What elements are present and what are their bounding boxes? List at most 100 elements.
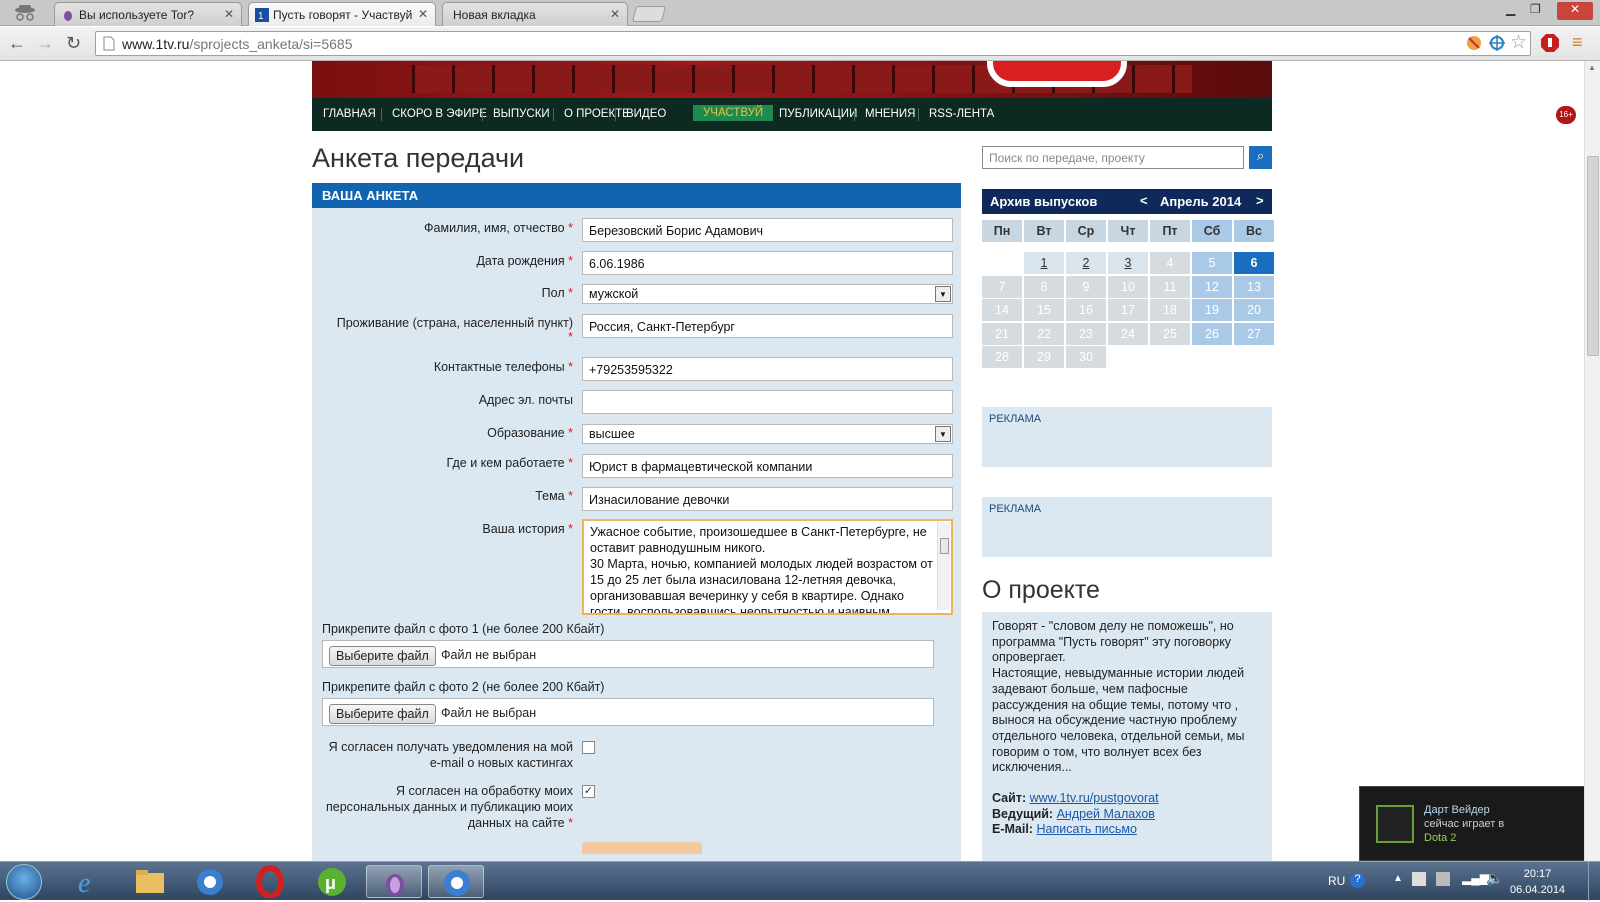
show-hidden-icons[interactable]: ▲ bbox=[1393, 873, 1403, 884]
dropdown-arrow-icon[interactable]: ▼ bbox=[935, 426, 951, 442]
steam-notification[interactable]: Дарт Вейдер сейчас играет в Dota 2 bbox=[1359, 786, 1584, 861]
tab-new-tab[interactable]: Новая вкладка ✕ bbox=[442, 2, 628, 26]
calendar-day: 25 bbox=[1150, 322, 1190, 345]
minimize-icon[interactable]: ▁ bbox=[1506, 2, 1515, 16]
nav-rss[interactable]: RSS-ЛЕНТА bbox=[929, 108, 994, 120]
gender-select[interactable]: мужской ▼ bbox=[582, 284, 953, 304]
photo1-file-input: Выберите файл Файл не выбран bbox=[322, 640, 934, 668]
nav-about[interactable]: О ПРОЕКТЕ bbox=[564, 108, 630, 120]
utorrent-icon[interactable]: μ bbox=[304, 865, 360, 898]
channel-one-icon: 1 bbox=[255, 8, 269, 22]
extension-icon[interactable] bbox=[1488, 34, 1506, 55]
weekday-header: Пн bbox=[982, 220, 1022, 242]
ie-icon[interactable]: e bbox=[62, 865, 118, 899]
reload-icon[interactable]: ↻ bbox=[66, 33, 81, 54]
consent-data-checkbox[interactable]: ✓ bbox=[582, 785, 595, 798]
search-input[interactable]: Поиск по передаче, проекту bbox=[982, 146, 1244, 169]
page-scrollbar[interactable]: ▲ bbox=[1584, 61, 1600, 861]
archive-calendar: Пн Вт Ср Чт Пт Сб Вс 1 2 3 4 5 6 7 8 9 10 11 12 13 14 15 16 17 1… bbox=[982, 220, 1274, 380]
ad-block: РЕКЛАМА bbox=[982, 407, 1272, 467]
nav-publications[interactable]: ПУБЛИКАЦИИ bbox=[779, 108, 857, 120]
device-icon[interactable] bbox=[1436, 872, 1450, 886]
email-field[interactable] bbox=[582, 390, 953, 414]
back-icon[interactable]: ← bbox=[8, 33, 26, 54]
next-month-icon[interactable]: > bbox=[1256, 193, 1264, 208]
education-select[interactable]: высшее ▼ bbox=[582, 424, 953, 444]
page-icon bbox=[103, 36, 115, 54]
about-text: Говорят - "словом делу не поможешь", но … bbox=[992, 619, 1245, 775]
calendar-day[interactable]: 1 bbox=[1024, 252, 1064, 274]
menu-icon[interactable]: ≡ bbox=[1572, 32, 1583, 53]
show-desktop-button[interactable] bbox=[1588, 862, 1600, 901]
help-icon[interactable]: ? bbox=[1350, 873, 1365, 888]
scrollbar-thumb[interactable] bbox=[1587, 156, 1599, 356]
chrome-icon[interactable] bbox=[182, 865, 238, 898]
close-window-icon[interactable]: ✕ bbox=[1557, 2, 1593, 20]
network-icon[interactable]: ▂▄▆ bbox=[1462, 871, 1489, 885]
bookmark-star-icon[interactable]: ☆ bbox=[1510, 31, 1527, 54]
dropdown-arrow-icon[interactable]: ▼ bbox=[935, 286, 951, 302]
tor-icon[interactable] bbox=[366, 865, 422, 898]
ad-block: РЕКЛАМА bbox=[982, 497, 1272, 557]
month-label: Апрель 2014 bbox=[1160, 194, 1242, 209]
system-clock[interactable]: 20:17 06.04.2014 bbox=[1510, 866, 1565, 898]
calendar-day[interactable]: 2 bbox=[1066, 252, 1106, 274]
close-tab-icon[interactable]: ✕ bbox=[418, 7, 428, 21]
topic-field[interactable]: Изнасилование девочки bbox=[582, 487, 953, 511]
weekday-header: Ср bbox=[1066, 220, 1106, 242]
address-bar[interactable]: www.1tv.ru/sprojects_anketa/si=5685 bbox=[95, 31, 1531, 56]
calendar-day[interactable]: 6 bbox=[1234, 252, 1274, 274]
choose-file-button[interactable]: Выберите файл bbox=[329, 704, 436, 724]
submit-button[interactable] bbox=[582, 842, 702, 854]
nav-home[interactable]: ГЛАВНАЯ bbox=[323, 108, 376, 120]
nav-episodes[interactable]: ВЫПУСКИ bbox=[493, 108, 550, 120]
restore-icon[interactable]: ❐ bbox=[1530, 2, 1541, 16]
story-textarea[interactable]: Ужасное событие, произошедшее в Санкт-Пе… bbox=[582, 519, 953, 615]
windows-taskbar: e μ RU ? ▲ ▂▄▆ 🔈 20:17 06.04.2014 bbox=[0, 861, 1600, 901]
search-icon[interactable]: ⌕ bbox=[1249, 146, 1272, 169]
svg-text:μ: μ bbox=[325, 873, 336, 893]
close-tab-icon[interactable]: ✕ bbox=[224, 7, 234, 21]
calendar-day: 11 bbox=[1150, 275, 1190, 298]
consent-notifications-checkbox[interactable] bbox=[582, 741, 595, 754]
onion-icon bbox=[61, 8, 75, 22]
calendar-day: 29 bbox=[1024, 346, 1064, 368]
opera-icon[interactable] bbox=[242, 865, 298, 899]
forward-icon[interactable]: → bbox=[36, 33, 54, 54]
host-label: Ведущий: bbox=[992, 806, 1054, 821]
language-indicator[interactable]: RU bbox=[1328, 874, 1345, 888]
volume-icon[interactable]: 🔈 bbox=[1486, 870, 1503, 887]
site-link[interactable]: www.1tv.ru/pustgovorat bbox=[1030, 791, 1159, 805]
block-icon[interactable] bbox=[1465, 34, 1483, 55]
flag-icon[interactable] bbox=[1412, 872, 1426, 886]
nav-participate[interactable]: УЧАСТВУЙ bbox=[693, 105, 774, 121]
prev-month-icon[interactable]: < bbox=[1140, 193, 1148, 208]
nav-opinions[interactable]: МНЕНИЯ bbox=[865, 108, 915, 120]
calendar-day: 19 bbox=[1192, 299, 1232, 321]
dob-field[interactable]: 6.06.1986 bbox=[582, 251, 953, 275]
choose-file-button[interactable]: Выберите файл bbox=[329, 646, 436, 666]
nav-coming-soon[interactable]: СКОРО В ЭФИРЕ bbox=[392, 108, 487, 120]
file-status: Файл не выбран bbox=[441, 706, 537, 720]
calendar-day: 7 bbox=[982, 275, 1022, 298]
calendar-day[interactable]: 3 bbox=[1108, 252, 1148, 274]
host-link[interactable]: Андрей Малахов bbox=[1057, 807, 1155, 821]
dob-label: Дата рождения * bbox=[476, 254, 573, 268]
consent-notifications-label: Я согласен получать уведомления на мой e… bbox=[328, 740, 573, 770]
story-scrollbar[interactable] bbox=[937, 522, 950, 610]
name-field[interactable]: Березовский Борис Адамович bbox=[582, 218, 953, 242]
chrome-window-icon[interactable] bbox=[428, 865, 484, 898]
new-tab-button[interactable] bbox=[631, 6, 667, 22]
phone-field[interactable]: +79253595322 bbox=[582, 357, 953, 381]
nav-video[interactable]: ВИДЕО bbox=[626, 108, 666, 120]
work-field[interactable]: Юрист в фармацевтической компании bbox=[582, 454, 953, 478]
tab-pust-govoryat[interactable]: 1 Пусть говорят - Участвуй ✕ bbox=[248, 2, 436, 26]
email-link[interactable]: Написать письмо bbox=[1036, 822, 1136, 836]
residence-field[interactable]: Россия, Санкт-Петербург bbox=[582, 314, 953, 338]
explorer-icon[interactable] bbox=[122, 865, 178, 898]
adblock-icon[interactable] bbox=[1540, 33, 1560, 56]
close-tab-icon[interactable]: ✕ bbox=[610, 7, 620, 21]
tab-tor-check[interactable]: Вы используете Tor? ✕ bbox=[54, 2, 242, 26]
start-button[interactable] bbox=[6, 864, 42, 900]
calendar-day: 12 bbox=[1192, 275, 1232, 298]
